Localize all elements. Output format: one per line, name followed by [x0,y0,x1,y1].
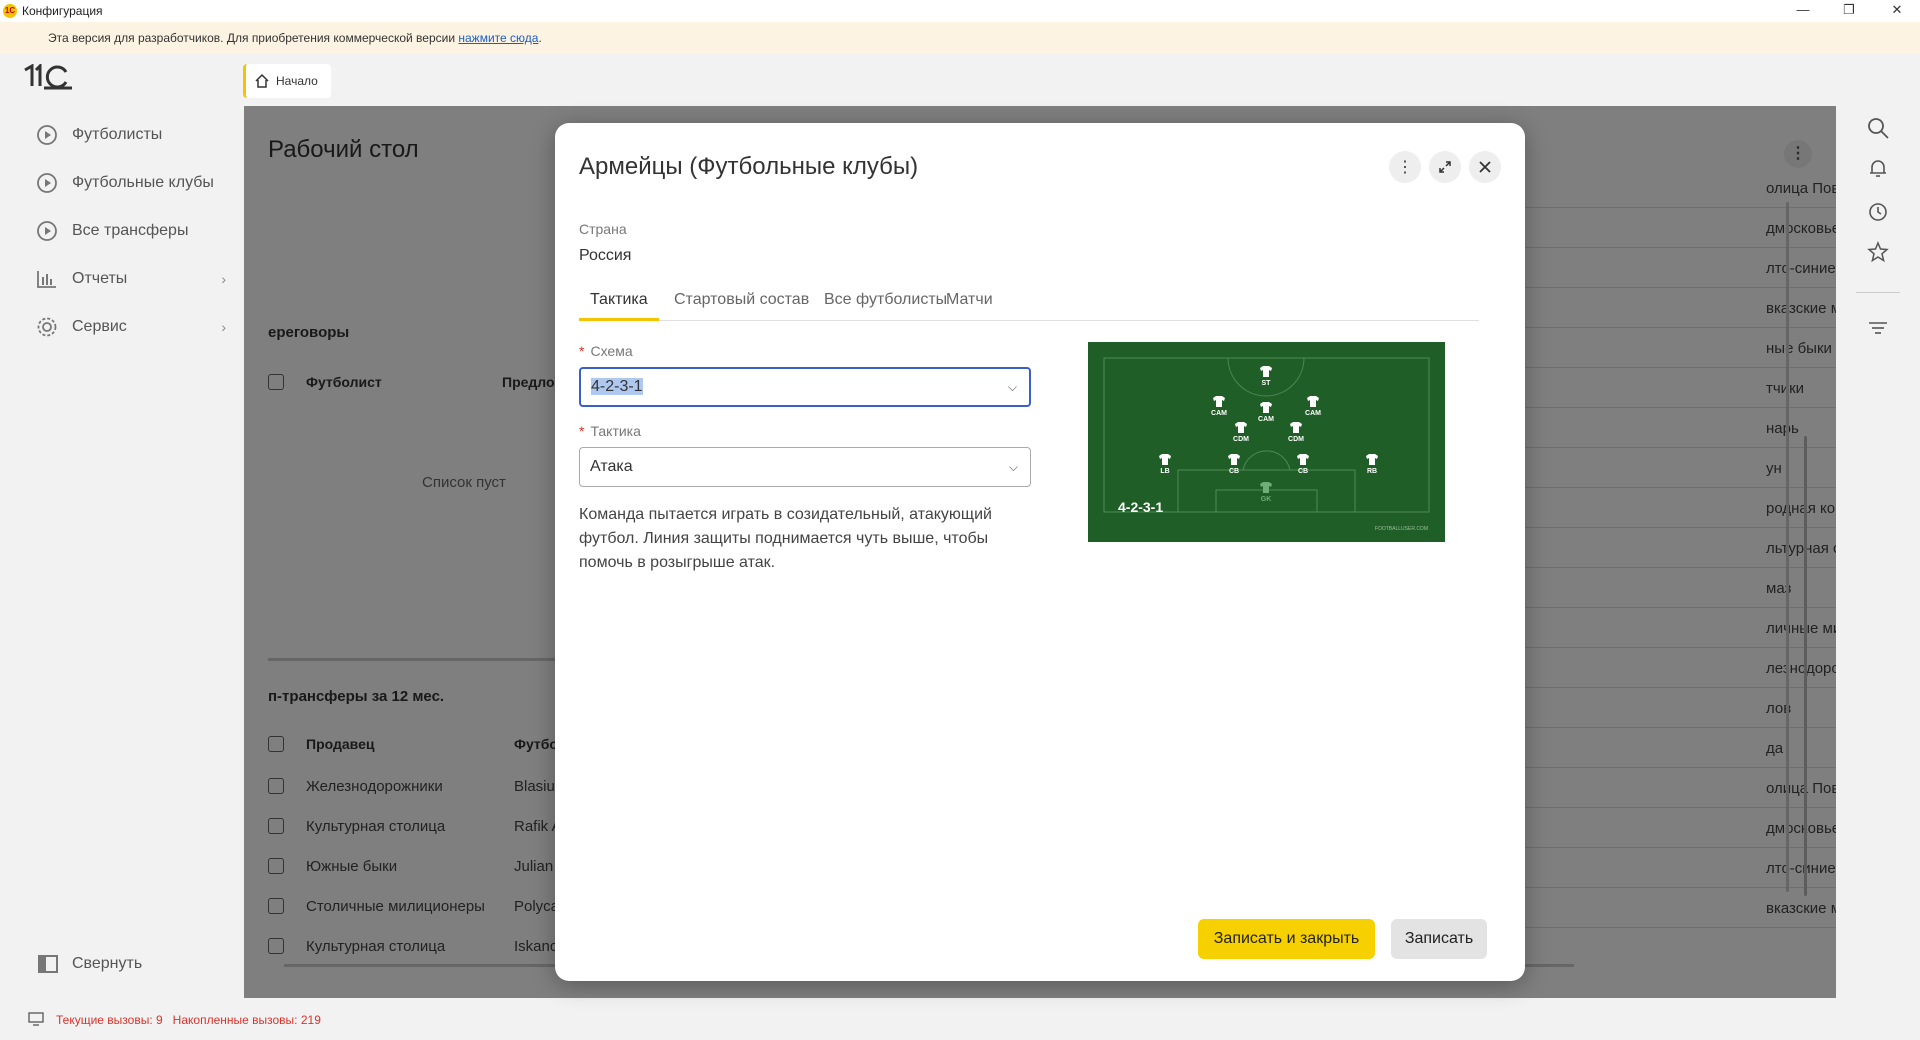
bell-icon[interactable] [1864,154,1892,182]
formation-label: 4-2-3-1 [1118,499,1163,515]
club-dialog: Армейцы (Футбольные клубы) ⋮ Страна Росс… [555,123,1525,981]
position-label: ST [1262,380,1272,387]
developer-banner: Эта версия для разработчиков. Для приобр… [0,22,1920,54]
chevron-down-icon[interactable]: ⌵ [1009,448,1018,486]
window-titlebar: 1С Конфигурация — ❐ ✕ [0,0,1920,22]
tab-home[interactable]: Начало [243,64,331,98]
collapse-sidebar-button[interactable]: Свернуть [38,955,142,973]
restore-button[interactable]: ❐ [1826,0,1872,22]
sidebar-item-clubs[interactable]: Футбольные клубы [36,170,226,196]
banner-link[interactable]: нажмите сюда [458,31,538,45]
position-label: CAM [1258,416,1274,423]
save-and-close-button[interactable]: Записать и закрыть [1198,919,1375,959]
play-circle-icon [36,124,58,146]
minimize-button[interactable]: — [1780,0,1826,22]
sidebar-item-transfers[interactable]: Все трансферы [36,218,226,244]
scheme-label-text: Схема [590,343,633,359]
divider [1856,292,1900,293]
tab-tactics[interactable]: Тактика [579,291,659,321]
tab-matches[interactable]: Матчи [935,291,1004,321]
history-icon[interactable] [1864,198,1892,226]
close-window-button[interactable]: ✕ [1874,0,1920,22]
position-label: RB [1367,468,1377,475]
calls-counter: Текущие вызовы: 9 Накопленные вызовы: 21… [56,1013,321,1027]
sidebar-item-reports[interactable]: Отчеты › [36,266,226,292]
sidebar-item-label: Отчеты [72,270,128,287]
collapse-label: Свернуть [72,955,143,972]
sidebar-item-label: Все трансферы [72,222,189,239]
search-icon[interactable] [1864,114,1892,142]
position-label: LB [1160,468,1169,475]
play-circle-icon [36,220,58,242]
filter-icon[interactable] [1864,314,1892,342]
sidebar-item-label: Сервис [72,318,127,335]
more-icon[interactable]: ⋮ [1389,151,1421,183]
monitor-icon [28,1012,44,1026]
scheme-label: * Схема [579,343,633,359]
tactic-select[interactable]: Атака ⌵ [579,447,1031,487]
country-value: Россия [579,247,632,264]
position-label: CB [1229,468,1239,475]
scheme-value: 4-2-3-1 [591,378,643,395]
tab-starting-lineup[interactable]: Стартовый состав [663,291,820,321]
sidebar-item-players[interactable]: Футболисты [36,122,226,148]
sidebar-item-service[interactable]: Сервис › [36,314,226,340]
app-logo-icon: 1С [3,4,17,18]
window-title: Конфигурация [22,4,103,18]
image-credit: FOOTBALLUSER.COM [1375,526,1428,532]
tactic-description: Команда пытается играть в созидательный,… [579,506,992,571]
country-label: Страна [579,221,627,237]
gear-icon [36,316,58,338]
statusbar: Текущие вызовы: 9 Накопленные вызовы: 21… [0,998,1920,1040]
1c-logo [24,64,72,90]
position-label: CDM [1288,436,1304,443]
position-label: GK [1261,496,1272,503]
star-icon[interactable] [1864,238,1892,266]
right-toolbar [1836,106,1920,998]
play-circle-icon [36,172,58,194]
scheme-select[interactable]: 4-2-3-1 ⌵ [579,367,1031,407]
home-icon [255,73,269,88]
save-button[interactable]: Записать [1391,919,1487,959]
position-label: CB [1298,468,1308,475]
tactic-label: * Тактика [579,423,641,439]
position-label: CAM [1211,410,1227,417]
required-marker: * [579,423,585,439]
tab-home-label: Начало [276,74,318,88]
required-marker: * [579,343,585,359]
banner-text: Эта версия для разработчиков. Для приобр… [48,31,459,45]
expand-icon[interactable] [1429,151,1461,183]
position-label: CAM [1305,410,1321,417]
dialog-title: Армейцы (Футбольные клубы) [579,153,919,180]
chevron-down-icon[interactable]: ⌵ [1008,369,1017,405]
dialog-tabs: Тактика Стартовый состав Все футболисты … [579,291,1479,321]
banner-end: . [538,31,542,45]
tactic-value: Атака [590,458,633,475]
tactic-label-text: Тактика [590,423,641,439]
formation-pitch-image: ST CAM CAM CAM CDM CDM LB CB CB RB GK 4-2-3-1 FOOT… [1088,342,1445,542]
sidebar-item-label: Футбольные клубы [72,174,214,191]
close-icon[interactable] [1469,151,1501,183]
chevron-right-icon: › [221,319,226,335]
position-label: CDM [1233,436,1249,443]
sidebar-collapse-icon [38,955,58,973]
bar-chart-icon [36,268,58,290]
sidebar-item-label: Футболисты [72,126,163,143]
chevron-right-icon: › [221,271,226,287]
